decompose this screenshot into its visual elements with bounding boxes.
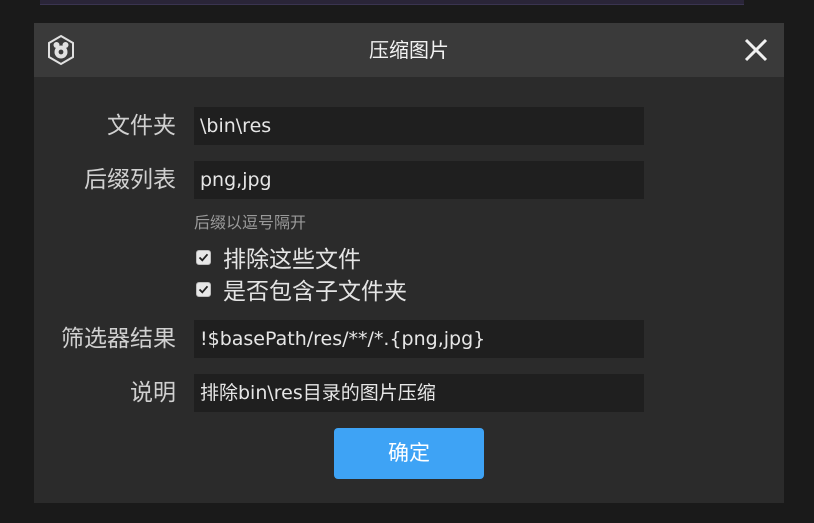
checkmark-icon	[198, 285, 209, 294]
confirm-button[interactable]: 确定	[334, 428, 484, 479]
folder-field[interactable]: \bin\res	[194, 107, 644, 145]
suffix-hint: 后缀以逗号隔开	[194, 213, 307, 232]
background-window-strip	[40, 0, 744, 5]
description-field[interactable]: 排除bin\res目录的图片压缩	[194, 374, 644, 412]
include-subfolders-checkbox[interactable]	[196, 281, 211, 297]
dialog-title: 压缩图片	[369, 38, 449, 62]
filter-result-field[interactable]: !$basePath/res/**/*.{png,jpg}	[194, 320, 644, 358]
suffix-list-field[interactable]: png,jpg	[194, 161, 644, 199]
checkmark-icon	[198, 253, 209, 262]
exclude-files-option[interactable]: 排除这些文件	[196, 242, 361, 273]
exclude-files-label: 排除这些文件	[223, 247, 361, 273]
include-subfolders-label: 是否包含子文件夹	[223, 279, 407, 305]
suffix-list-label: 后缀列表	[84, 167, 176, 193]
folder-label: 文件夹	[107, 113, 176, 139]
description-label: 说明	[130, 380, 176, 406]
exclude-files-checkbox[interactable]	[196, 249, 211, 265]
filter-result-label: 筛选器结果	[61, 326, 176, 352]
compress-images-dialog: 压缩图片 文件夹 \bin\res 后缀列表 png,jpg 后缀以逗号隔开 排…	[34, 23, 784, 503]
close-icon[interactable]	[742, 36, 770, 64]
dialog-titlebar: 压缩图片	[34, 23, 784, 77]
include-subfolders-option[interactable]: 是否包含子文件夹	[196, 274, 407, 305]
